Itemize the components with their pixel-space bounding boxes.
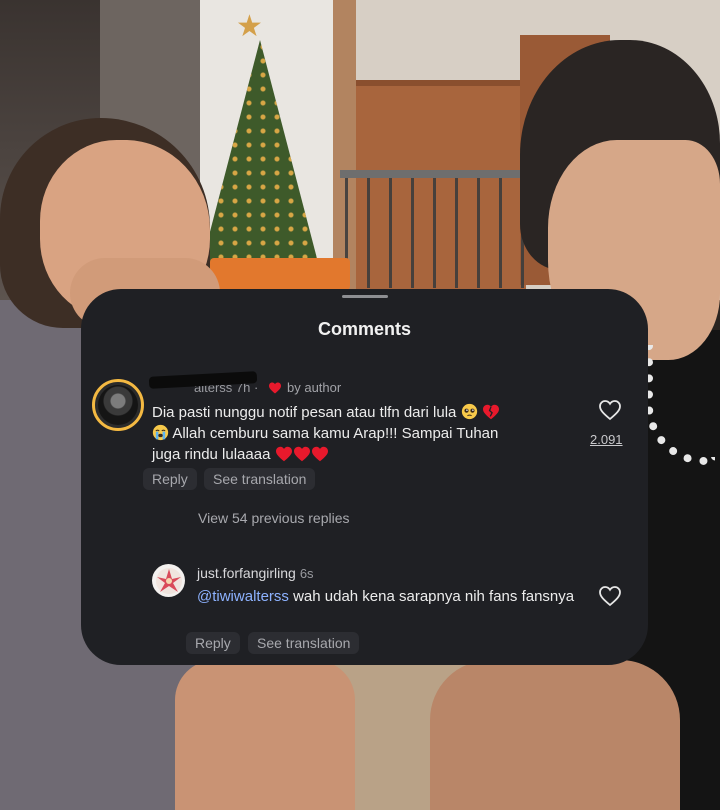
comment-text: Dia pasti nunggu notif pesan atau tlfn d… [152, 402, 572, 465]
sheet-title: Comments [317, 319, 411, 339]
reply-button[interactable]: Reply [143, 468, 197, 490]
view-previous-replies-link[interactable]: View 54 previous replies [198, 510, 350, 526]
comment-text-line2: Allah cemburu sama kamu Arap!!! Sampai T… [172, 425, 499, 442]
avatar[interactable] [92, 379, 144, 431]
reply-time: 6s [299, 566, 314, 581]
red-heart-emoji [293, 446, 310, 462]
avatar-image [155, 567, 182, 594]
broken-heart-emoji [482, 404, 499, 420]
stair-rail-bars [345, 178, 535, 288]
pleading-face-emoji [461, 403, 477, 420]
mention-link[interactable]: @tiwiwalterss [197, 588, 289, 605]
comment-text-line3: juga rindu lulaaaa [152, 446, 271, 463]
see-translation-button[interactable]: See translation [248, 632, 360, 654]
person-left-arm [175, 660, 355, 810]
red-heart-icon [269, 382, 281, 394]
username-text: just.forfangirling [197, 565, 296, 581]
avatar-image [98, 385, 138, 425]
tree-base [210, 258, 350, 290]
by-author-label: by author [287, 380, 342, 395]
avatar[interactable] [152, 564, 185, 597]
comments-sheet: Comments alterss 7h · by author Dia past… [81, 289, 648, 665]
person-right-arm [430, 660, 680, 810]
reply-text-body: wah udah kena sarapnya nih fans fansnya [288, 588, 575, 605]
red-heart-emoji [311, 446, 328, 462]
loudly-crying-face-emoji [152, 424, 169, 441]
reply-username[interactable]: just.forfangirling 6s [197, 565, 314, 581]
heart-outline-icon[interactable] [598, 585, 622, 607]
reply-text: @tiwiwalterss wah udah kena sarapnya nih… [197, 586, 577, 607]
see-translation-button[interactable]: See translation [204, 468, 316, 490]
heart-outline-icon[interactable] [598, 399, 622, 421]
like-count[interactable]: 2.091 [590, 432, 623, 447]
stair-rail [340, 170, 540, 178]
star-icon: ★ [236, 10, 263, 43]
sheet-drag-handle[interactable] [342, 295, 388, 298]
comment-text-line1: Dia pasti nunggu notif pesan atau tlfn d… [152, 404, 457, 421]
red-heart-emoji [275, 446, 292, 462]
reply-button[interactable]: Reply [186, 632, 240, 654]
